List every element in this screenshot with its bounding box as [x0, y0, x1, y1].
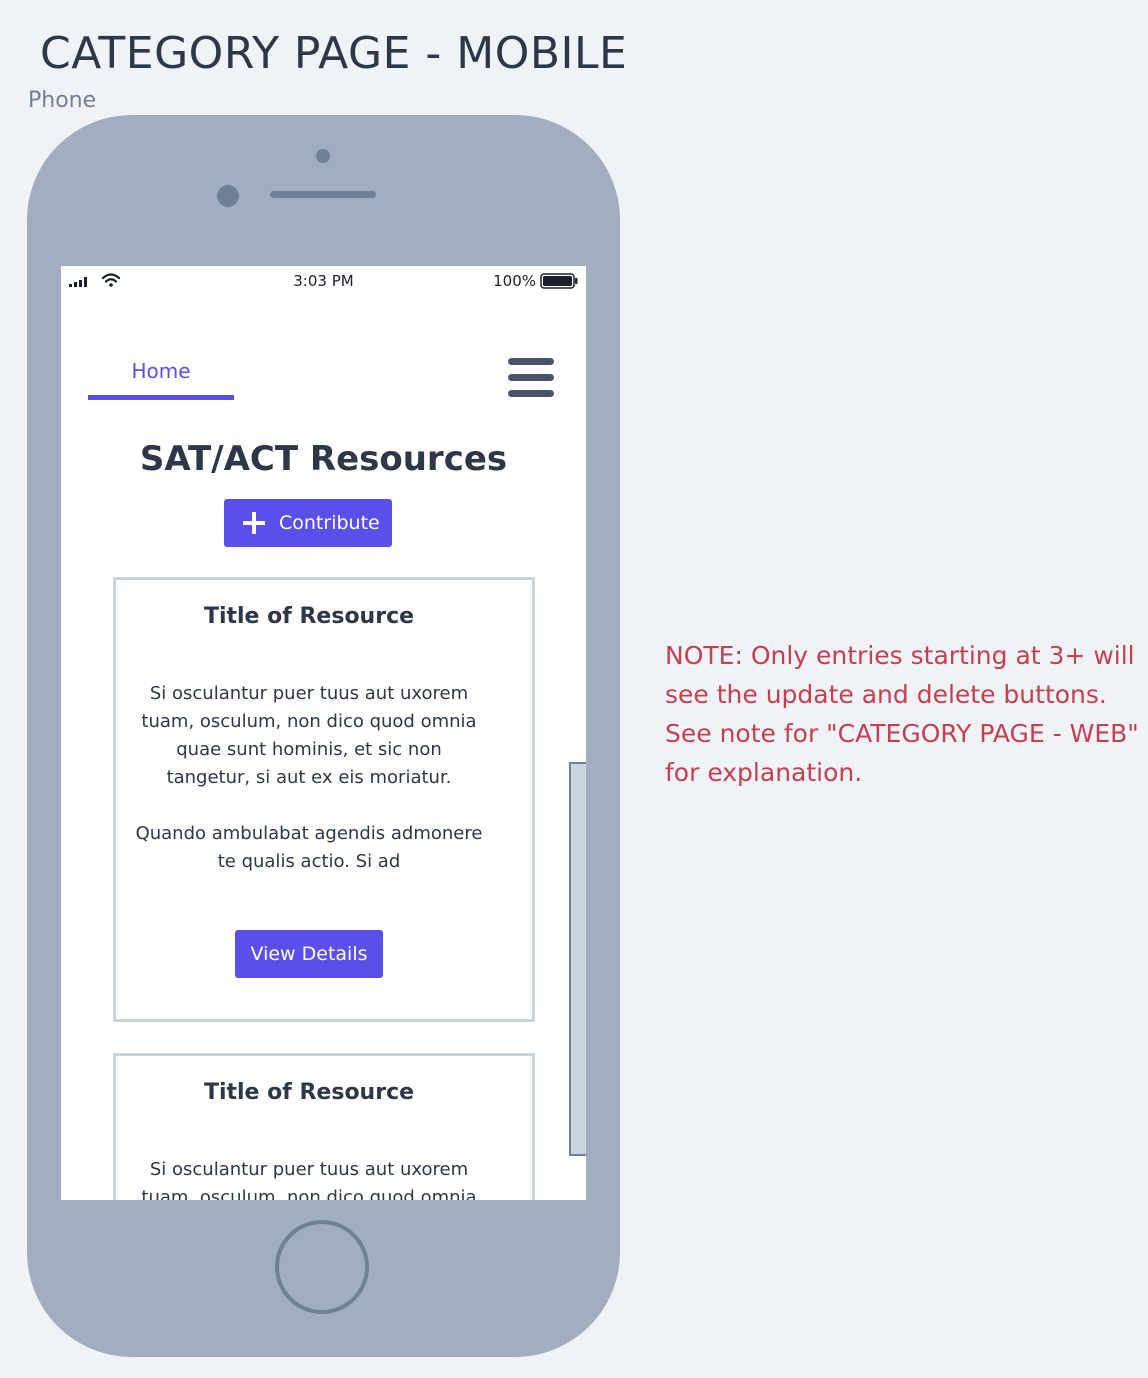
frame-label: Phone — [28, 88, 97, 113]
home-button[interactable] — [275, 1220, 369, 1314]
card-paragraph: Quando ambulabat agendis admonere te qua… — [135, 823, 483, 872]
card-paragraph: Si osculantur puer tuus aut uxorem tuam,… — [141, 683, 477, 788]
battery-percent: 100% — [493, 272, 536, 290]
contribute-button[interactable]: Contribute — [224, 499, 392, 547]
status-bar: 3:03 PM 100% — [61, 266, 586, 296]
scrollbar[interactable] — [569, 762, 586, 1156]
camera-icon — [316, 149, 330, 163]
speaker-icon — [270, 191, 376, 198]
resources-title: SAT/ACT Resources — [139, 439, 508, 479]
plus-icon — [243, 512, 265, 534]
battery-icon — [540, 273, 578, 289]
resource-card: Title of Resource Si osculantur puer tuu… — [113, 1053, 535, 1200]
view-details-button[interactable]: View Details — [235, 930, 383, 978]
card-title: Title of Resource — [203, 1080, 415, 1105]
card-paragraph: Si osculantur puer tuus aut uxorem tuam,… — [141, 1159, 477, 1200]
resource-card: Title of Resource Si osculantur puer tuu… — [113, 577, 535, 1022]
phone-screen: 3:03 PM 100% Home SAT/ACT Resources Cont… — [61, 266, 586, 1200]
card-description: Si osculantur puer tuus aut uxorem tuam,… — [134, 680, 484, 876]
phone-frame: 3:03 PM 100% Home SAT/ACT Resources Cont… — [27, 115, 620, 1357]
sensor-icon — [217, 185, 239, 207]
annotation-note: NOTE: Only entries starting at 3+ will s… — [665, 641, 1139, 787]
card-title: Title of Resource — [203, 604, 415, 629]
hamburger-menu-icon[interactable] — [508, 358, 554, 398]
page-title: CATEGORY PAGE - MOBILE — [40, 28, 628, 79]
card-description: Si osculantur puer tuus aut uxorem tuam,… — [134, 1156, 484, 1200]
nav-home-tab[interactable]: Home — [88, 356, 234, 400]
contribute-label: Contribute — [279, 512, 380, 534]
